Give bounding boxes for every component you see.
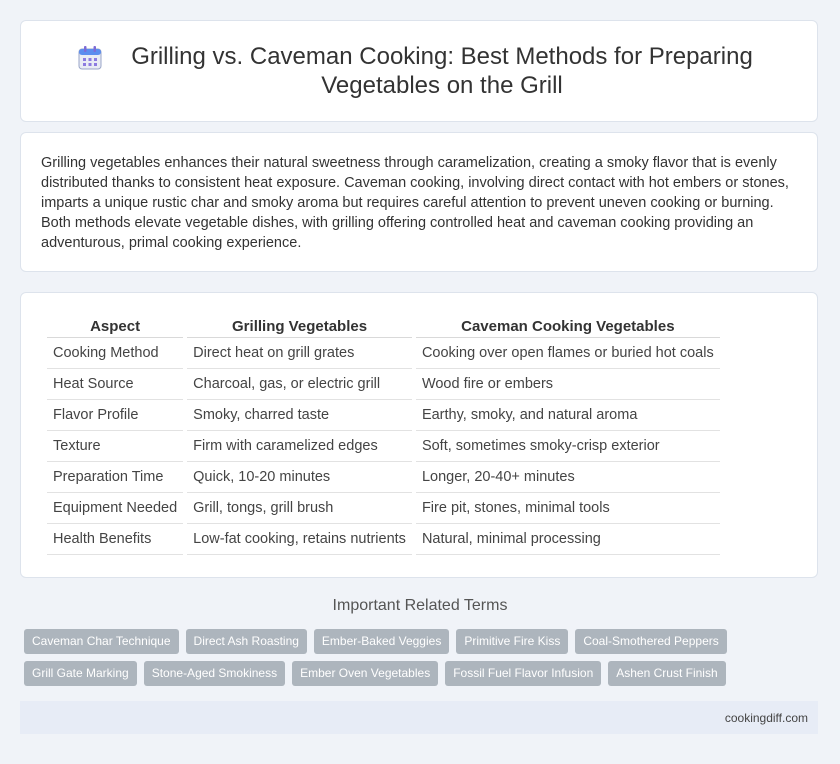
table-cell: Longer, 20-40+ minutes xyxy=(415,462,720,493)
footer: cookingdiff.com xyxy=(20,701,818,734)
table-cell: Texture xyxy=(47,431,184,462)
table-cell: Fire pit, stones, minimal tools xyxy=(415,493,720,524)
table-cell: Low-fat cooking, retains nutrients xyxy=(187,524,412,555)
tag[interactable]: Primitive Fire Kiss xyxy=(456,629,569,654)
tag[interactable]: Grill Gate Marking xyxy=(24,661,137,686)
table-cell: Earthy, smoky, and natural aroma xyxy=(415,400,720,431)
header-caveman: Caveman Cooking Vegetables xyxy=(415,315,720,338)
table-cell: Firm with caramelized edges xyxy=(187,431,412,462)
tag[interactable]: Fossil Fuel Flavor Infusion xyxy=(445,661,602,686)
page-title: Grilling vs. Caveman Cooking: Best Metho… xyxy=(131,43,753,99)
table-row: Health Benefits Low-fat cooking, retains… xyxy=(47,524,720,555)
table-header-row: Aspect Grilling Vegetables Caveman Cooki… xyxy=(47,315,720,338)
related-terms: Caveman Char Technique Direct Ash Roasti… xyxy=(24,629,824,693)
calendar-icon xyxy=(78,46,102,70)
table-cell: Heat Source xyxy=(47,369,184,400)
tag[interactable]: Stone-Aged Smokiness xyxy=(143,661,286,686)
table-row: Texture Firm with caramelized edges Soft… xyxy=(47,431,720,462)
table-cell: Health Benefits xyxy=(47,524,184,555)
table-row: Flavor Profile Smoky, charred taste Eart… xyxy=(47,400,720,431)
table-row: Heat Source Charcoal, gas, or electric g… xyxy=(47,369,720,400)
table-cell: Equipment Needed xyxy=(47,493,184,524)
table-cell: Quick, 10-20 minutes xyxy=(187,462,412,493)
comparison-card: Aspect Grilling Vegetables Caveman Cooki… xyxy=(20,292,818,578)
tag[interactable]: Caveman Char Technique xyxy=(24,629,179,654)
table-cell: Soft, sometimes smoky-crisp exterior xyxy=(415,431,720,462)
table-cell: Direct heat on grill grates xyxy=(187,338,412,369)
tag[interactable]: Ember Oven Vegetables xyxy=(292,661,439,686)
tag-row: Grill Gate Marking Stone-Aged Smokiness … xyxy=(24,661,824,686)
tag[interactable]: Ashen Crust Finish xyxy=(608,661,726,686)
table-cell: Charcoal, gas, or electric grill xyxy=(187,369,412,400)
title-wrap: Grilling vs. Caveman Cooking: Best Metho… xyxy=(76,42,762,100)
header-grilling: Grilling Vegetables xyxy=(187,315,412,338)
tag[interactable]: Direct Ash Roasting xyxy=(185,629,307,654)
table-cell: Cooking over open flames or buried hot c… xyxy=(415,338,720,369)
tag-row: Caveman Char Technique Direct Ash Roasti… xyxy=(24,629,824,654)
header-aspect: Aspect xyxy=(47,315,184,338)
table-row: Preparation Time Quick, 10-20 minutes Lo… xyxy=(47,462,720,493)
title-card: Grilling vs. Caveman Cooking: Best Metho… xyxy=(20,20,818,122)
intro-paragraph: Grilling vegetables enhances their natur… xyxy=(41,155,789,251)
table-cell: Preparation Time xyxy=(47,462,184,493)
table-cell: Grill, tongs, grill brush xyxy=(187,493,412,524)
tag[interactable]: Ember-Baked Veggies xyxy=(313,629,450,654)
table-cell: Flavor Profile xyxy=(47,400,184,431)
table-cell: Smoky, charred taste xyxy=(187,400,412,431)
table-row: Equipment Needed Grill, tongs, grill bru… xyxy=(47,493,720,524)
table-cell: Wood fire or embers xyxy=(415,369,720,400)
table-cell: Natural, minimal processing xyxy=(415,524,720,555)
related-terms-title: Important Related Terms xyxy=(332,597,508,614)
table-cell: Cooking Method xyxy=(47,338,184,369)
tag[interactable]: Coal-Smothered Peppers xyxy=(575,629,727,654)
table-row: Cooking Method Direct heat on grill grat… xyxy=(47,338,720,369)
footer-site[interactable]: cookingdiff.com xyxy=(725,711,808,725)
comparison-table: Aspect Grilling Vegetables Caveman Cooki… xyxy=(43,315,724,555)
intro-card: Grilling vegetables enhances their natur… xyxy=(20,132,818,272)
